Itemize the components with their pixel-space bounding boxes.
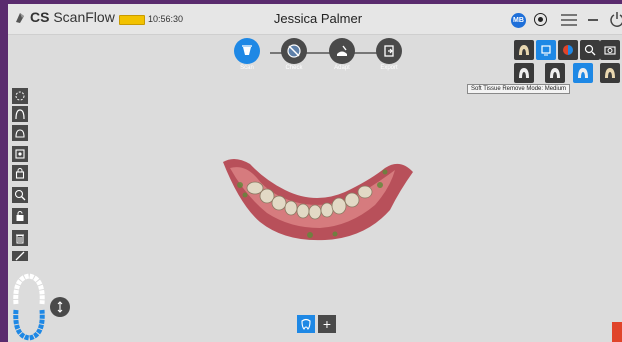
swap-arrows-icon [57,301,63,313]
record-button[interactable] [534,13,547,26]
workflow-step-export[interactable]: Export [374,38,404,71]
jaw-scan-button[interactable] [297,315,315,333]
tool-zoom-area[interactable] [12,187,28,203]
battery-indicator [119,15,145,25]
tool-edit[interactable] [12,251,28,261]
tool-arch[interactable] [12,106,28,122]
jaw-selector[interactable] [10,270,48,342]
tool-lock[interactable] [12,165,28,181]
soft-tissue-tooltip: Soft Tissue Remove Mode: Medium [467,84,571,94]
tooth-icon [301,318,311,330]
menu-icon[interactable] [561,14,577,26]
soft-tissue-high-icon [550,68,560,78]
clock-time: 10:56:30 [148,14,184,24]
scanner-icon [242,45,252,55]
tool-unlock[interactable] [12,208,28,224]
tool-display-mode[interactable] [536,40,556,60]
workflow-label-scan: Scan [240,65,254,71]
workflow-label-export: Export [380,65,398,71]
app-name-bold: CS [30,9,50,25]
power-icon[interactable] [609,10,622,28]
notification-corner[interactable] [612,322,622,342]
soft-tissue-medium-icon [578,68,588,78]
margin-icon [15,149,25,159]
zoom-icon [584,44,596,56]
trash-icon [16,234,24,244]
swap-jaw-button[interactable] [50,297,70,317]
display-mode-icon [541,45,551,56]
app-window: CS ScanFlow 10:56:30 Jessica Palmer MB S… [0,0,622,342]
soft-tissue-off-button[interactable] [600,63,620,83]
camera-icon [604,46,616,55]
user-avatar-badge[interactable]: MB [511,13,526,28]
desktop-edge-left [0,0,8,342]
soft-tissue-medium-button[interactable] [573,63,593,83]
edit-icon [15,251,25,261]
app-name: CS ScanFlow [30,9,115,25]
soft-tissue-high-button[interactable] [545,63,565,83]
select-tool-icon [15,91,25,101]
tooth-preparation-icon [15,129,25,138]
workflow-step-check[interactable]: Check [279,38,309,71]
tool-trash[interactable] [12,230,28,246]
soft-tissue-off-icon [605,68,615,78]
tool-margin[interactable] [12,146,28,162]
check-tool-icon [287,44,301,58]
export-icon [384,45,394,57]
minimize-button[interactable] [588,19,598,21]
add-scan-button[interactable]: + [318,315,336,333]
lock-icon [15,168,25,179]
tool-tooth-model[interactable] [514,40,534,60]
scanflow-logo-icon [16,13,24,23]
app-name-rest: ScanFlow [49,9,115,25]
unlock-icon [16,211,24,221]
tool-tooth-preparation[interactable] [12,125,28,141]
soft-tissue-low-button[interactable] [514,63,534,83]
scan-3d-model[interactable] [215,150,420,245]
color-mode-icon [563,45,573,55]
soft-tissue-low-icon [519,68,529,78]
tool-color-mode[interactable] [558,40,578,60]
tooth-model-icon [519,45,529,55]
adapt-icon [337,45,347,56]
tool-camera[interactable] [600,40,620,60]
zoom-area-icon [14,189,26,201]
tool-select[interactable] [12,88,28,104]
tool-zoom[interactable] [580,40,600,60]
title-bar: CS ScanFlow 10:56:30 Jessica Palmer MB [8,4,622,35]
workflow-step-scan[interactable]: Scan [232,38,262,71]
workflow-label-check: Check [285,65,303,71]
workflow-step-adapt[interactable]: Adapt [327,38,357,71]
arch-icon [15,109,25,120]
patient-name: Jessica Palmer [273,11,363,26]
workflow-label-adapt: Adapt [334,65,350,71]
